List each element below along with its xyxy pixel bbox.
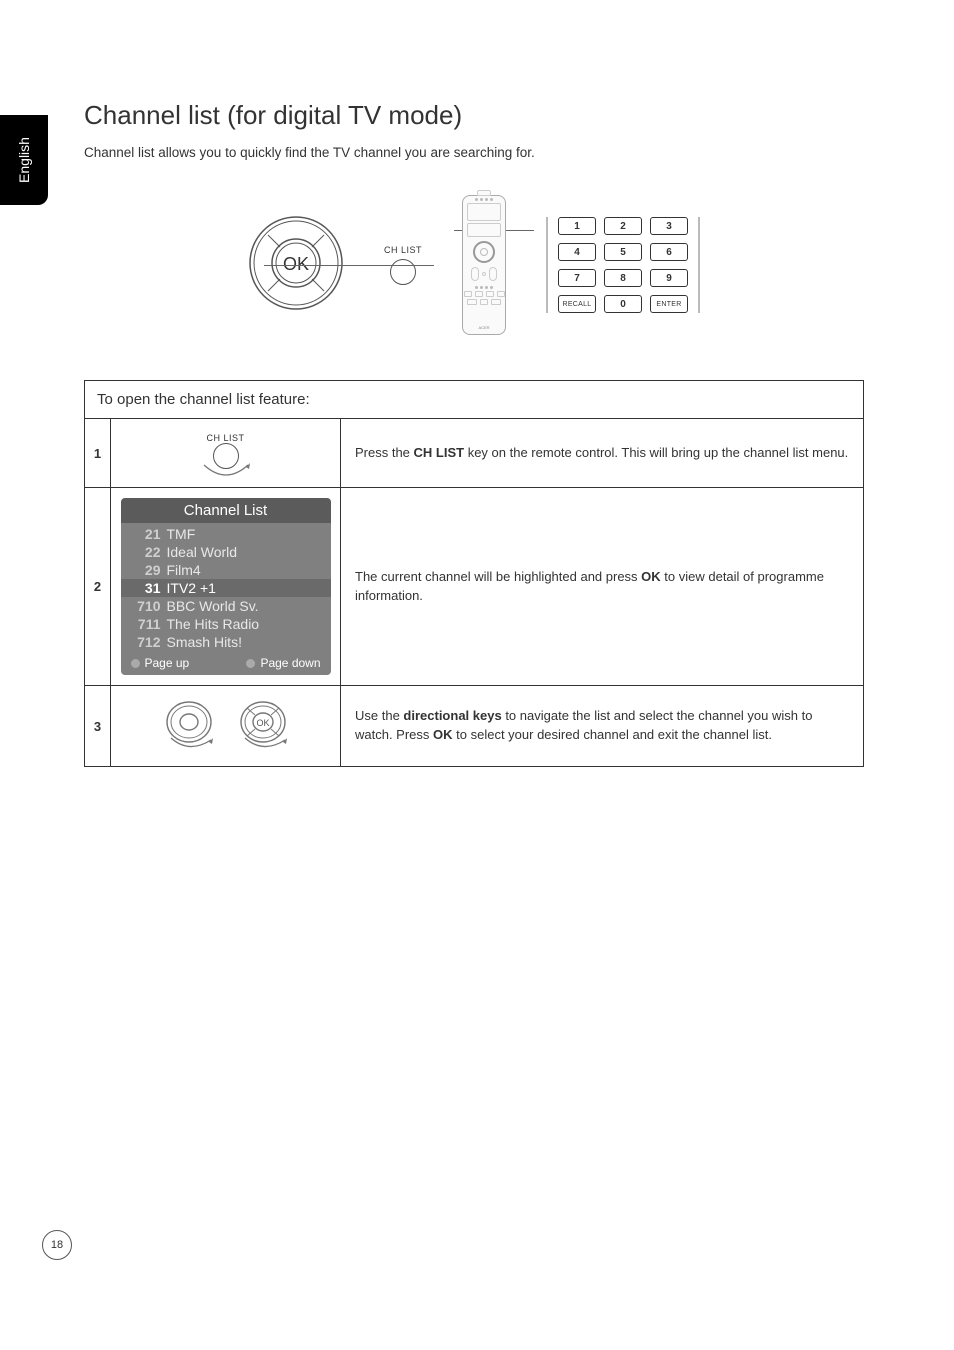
ok-wheel-small-icon: OK xyxy=(233,696,293,756)
osd-row: 712Smash Hits! xyxy=(131,633,321,651)
key-recall: RECALL xyxy=(558,295,596,313)
osd-row: 21TMF xyxy=(131,525,321,543)
round-button-icon xyxy=(390,259,416,285)
ok-label: OK xyxy=(283,254,309,274)
key-5: 5 xyxy=(604,243,642,261)
key-9: 9 xyxy=(650,269,688,287)
key-0: 0 xyxy=(604,295,642,313)
chlist-label: CH LIST xyxy=(206,433,244,443)
key-1: 1 xyxy=(558,217,596,235)
chlist-label: CH LIST xyxy=(384,245,422,255)
language-label: English xyxy=(16,137,32,183)
table-header: To open the channel list feature: xyxy=(85,381,864,419)
step-illustration: CH LIST xyxy=(111,419,341,488)
hero-illustration: OK CH LIST ACER 1 2 3 4 xyxy=(164,190,784,340)
key-2: 2 xyxy=(604,217,642,235)
key-4: 4 xyxy=(558,243,596,261)
step-description: The current channel will be highlighted … xyxy=(341,488,864,686)
page-title: Channel list (for digital TV mode) xyxy=(84,100,864,131)
page-number: 18 xyxy=(42,1230,72,1260)
step-illustration: OK xyxy=(111,686,341,767)
remote-icon: ACER xyxy=(462,195,506,335)
table-row: 1 CH LIST Press the CH LIST key on the r… xyxy=(85,419,864,488)
key-3: 3 xyxy=(650,217,688,235)
key-enter: ENTER xyxy=(650,295,688,313)
osd-title: Channel List xyxy=(121,498,331,523)
connector-line xyxy=(264,265,434,266)
key-6: 6 xyxy=(650,243,688,261)
keypad-illustration: 1 2 3 4 5 6 7 8 9 RECALL 0 ENTER xyxy=(546,217,700,313)
step-number: 2 xyxy=(85,488,111,686)
osd-row-selected: 31ITV2 +1 xyxy=(121,579,331,597)
osd-row: 29Film4 xyxy=(131,561,321,579)
channel-list-osd: Channel List 21TMF 22Ideal World 29Film4… xyxy=(121,498,331,675)
step-number: 1 xyxy=(85,419,111,488)
steps-table: To open the channel list feature: 1 CH L… xyxy=(84,380,864,767)
table-row: 3 xyxy=(85,686,864,767)
key-7: 7 xyxy=(558,269,596,287)
svg-text:OK: OK xyxy=(256,718,269,728)
osd-row: 22Ideal World xyxy=(131,543,321,561)
step-description: Use the directional keys to navigate the… xyxy=(341,686,864,767)
page-down-label: Page down xyxy=(246,656,320,670)
language-tab: English xyxy=(0,115,48,205)
step-description: Press the CH LIST key on the remote cont… xyxy=(341,419,864,488)
page-content: Channel list (for digital TV mode) Chann… xyxy=(84,100,864,767)
intro-text: Channel list allows you to quickly find … xyxy=(84,145,864,160)
page-up-label: Page up xyxy=(131,656,190,670)
key-8: 8 xyxy=(604,269,642,287)
step-illustration: Channel List 21TMF 22Ideal World 29Film4… xyxy=(111,488,341,686)
osd-row: 711The Hits Radio xyxy=(131,615,321,633)
step-number: 3 xyxy=(85,686,111,767)
direction-wheel-icon xyxy=(159,696,219,756)
osd-row: 710BBC World Sv. xyxy=(131,597,321,615)
table-row: 2 Channel List 21TMF 22Ideal World 29Fil… xyxy=(85,488,864,686)
